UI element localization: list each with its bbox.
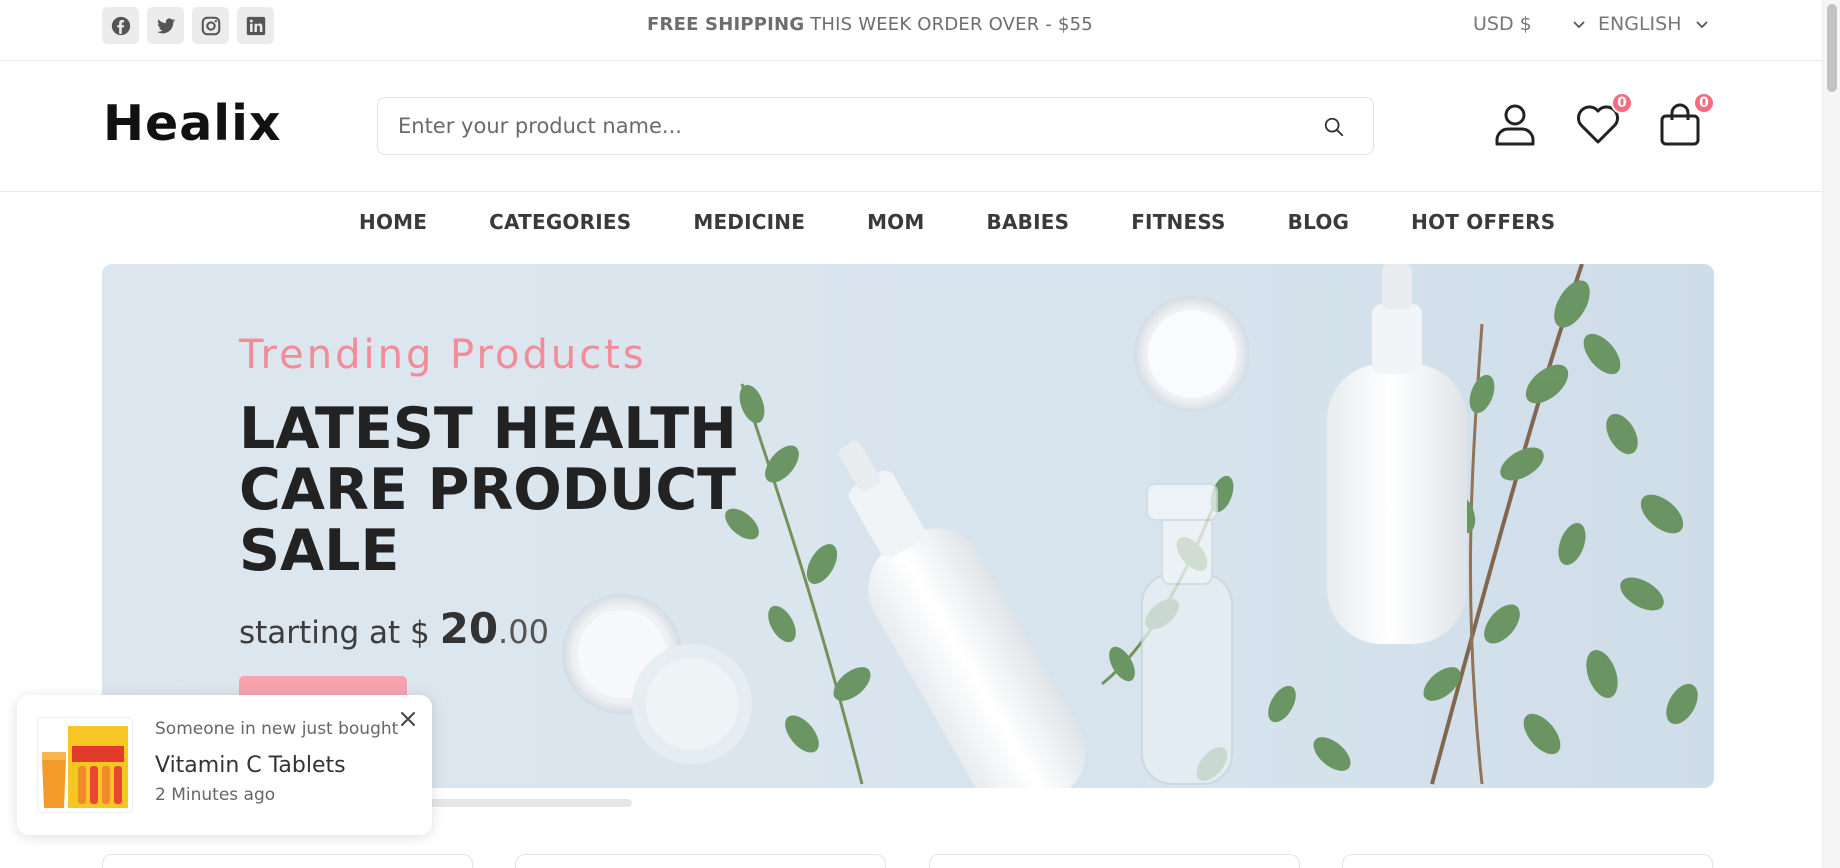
instagram-icon[interactable]	[192, 7, 229, 44]
social-links	[102, 7, 274, 44]
category-card[interactable]	[1342, 854, 1713, 868]
nav-item-hot-offers[interactable]: HOT OFFERS	[1411, 210, 1555, 234]
linkedin-icon[interactable]	[237, 7, 274, 44]
site-logo[interactable]: Healix	[103, 95, 282, 152]
chevron-down-icon	[1696, 21, 1709, 29]
hero-headline-line: LATEST HEALTH	[239, 396, 737, 462]
hero-headline: LATEST HEALTH CARE PRODUCT SALE	[239, 399, 799, 582]
scrollbar-thumb[interactable]	[1827, 4, 1837, 92]
price-prefix: starting at $	[239, 615, 430, 651]
promo-banner: FREE SHIPPING THIS WEEK ORDER OVER - $55	[600, 14, 1140, 35]
hero-headline-line: SALE	[239, 518, 400, 584]
search-bar	[377, 97, 1374, 155]
nav-item-fitness[interactable]: FITNESS	[1131, 210, 1225, 234]
cart-count-badge: 0	[1693, 92, 1715, 114]
price-whole: 20	[439, 604, 499, 653]
currency-label: USD $	[1473, 13, 1532, 35]
nav-item-home[interactable]: HOME	[359, 210, 427, 234]
nav-item-medicine[interactable]: MEDICINE	[693, 210, 805, 234]
language-select[interactable]: ENGLISH	[1598, 13, 1709, 35]
nav-item-categories[interactable]: CATEGORIES	[489, 210, 631, 234]
promo-text: THIS WEEK ORDER OVER - $55	[810, 14, 1093, 35]
language-label: ENGLISH	[1598, 13, 1682, 35]
toast-time: 2 Minutes ago	[155, 785, 276, 805]
nav-item-blog[interactable]: BLOG	[1288, 210, 1350, 234]
category-card[interactable]	[515, 854, 886, 868]
main-header: Healix 0 0	[0, 61, 1822, 192]
hero-kicker: Trending Products	[239, 332, 647, 378]
currency-select[interactable]: USD $	[1473, 13, 1586, 35]
nav-list: HOME CATEGORIES MEDICINE MOM BABIES FITN…	[359, 210, 1555, 234]
promo-bold: FREE SHIPPING	[647, 14, 805, 35]
toast-message: Someone in new just bought	[155, 719, 399, 739]
twitter-icon[interactable]	[147, 7, 184, 44]
facebook-icon[interactable]	[102, 7, 139, 44]
user-icon[interactable]	[1491, 100, 1539, 148]
hero-price: starting at $ 20.00	[239, 604, 549, 653]
wishlist-count-badge: 0	[1611, 92, 1633, 114]
hero-headline-line: CARE PRODUCT	[239, 457, 737, 523]
toast-product-name[interactable]: Vitamin C Tablets	[155, 753, 346, 778]
recent-purchase-toast: Someone in new just bought Vitamin C Tab…	[17, 695, 432, 835]
category-card[interactable]	[929, 854, 1300, 868]
slider-scrollbar[interactable]	[400, 799, 632, 807]
price-cents: .00	[498, 613, 549, 651]
chevron-down-icon	[1573, 21, 1585, 29]
close-icon[interactable]	[398, 709, 418, 729]
nav-item-babies[interactable]: BABIES	[987, 210, 1070, 234]
search-input[interactable]	[398, 98, 1298, 154]
product-thumbnail	[37, 717, 133, 813]
nav-item-mom[interactable]: MOM	[867, 210, 924, 234]
search-icon[interactable]	[1323, 116, 1345, 138]
page-scrollbar[interactable]	[1822, 0, 1840, 868]
top-bar: FREE SHIPPING THIS WEEK ORDER OVER - $55…	[0, 0, 1822, 61]
category-card[interactable]	[102, 854, 473, 868]
